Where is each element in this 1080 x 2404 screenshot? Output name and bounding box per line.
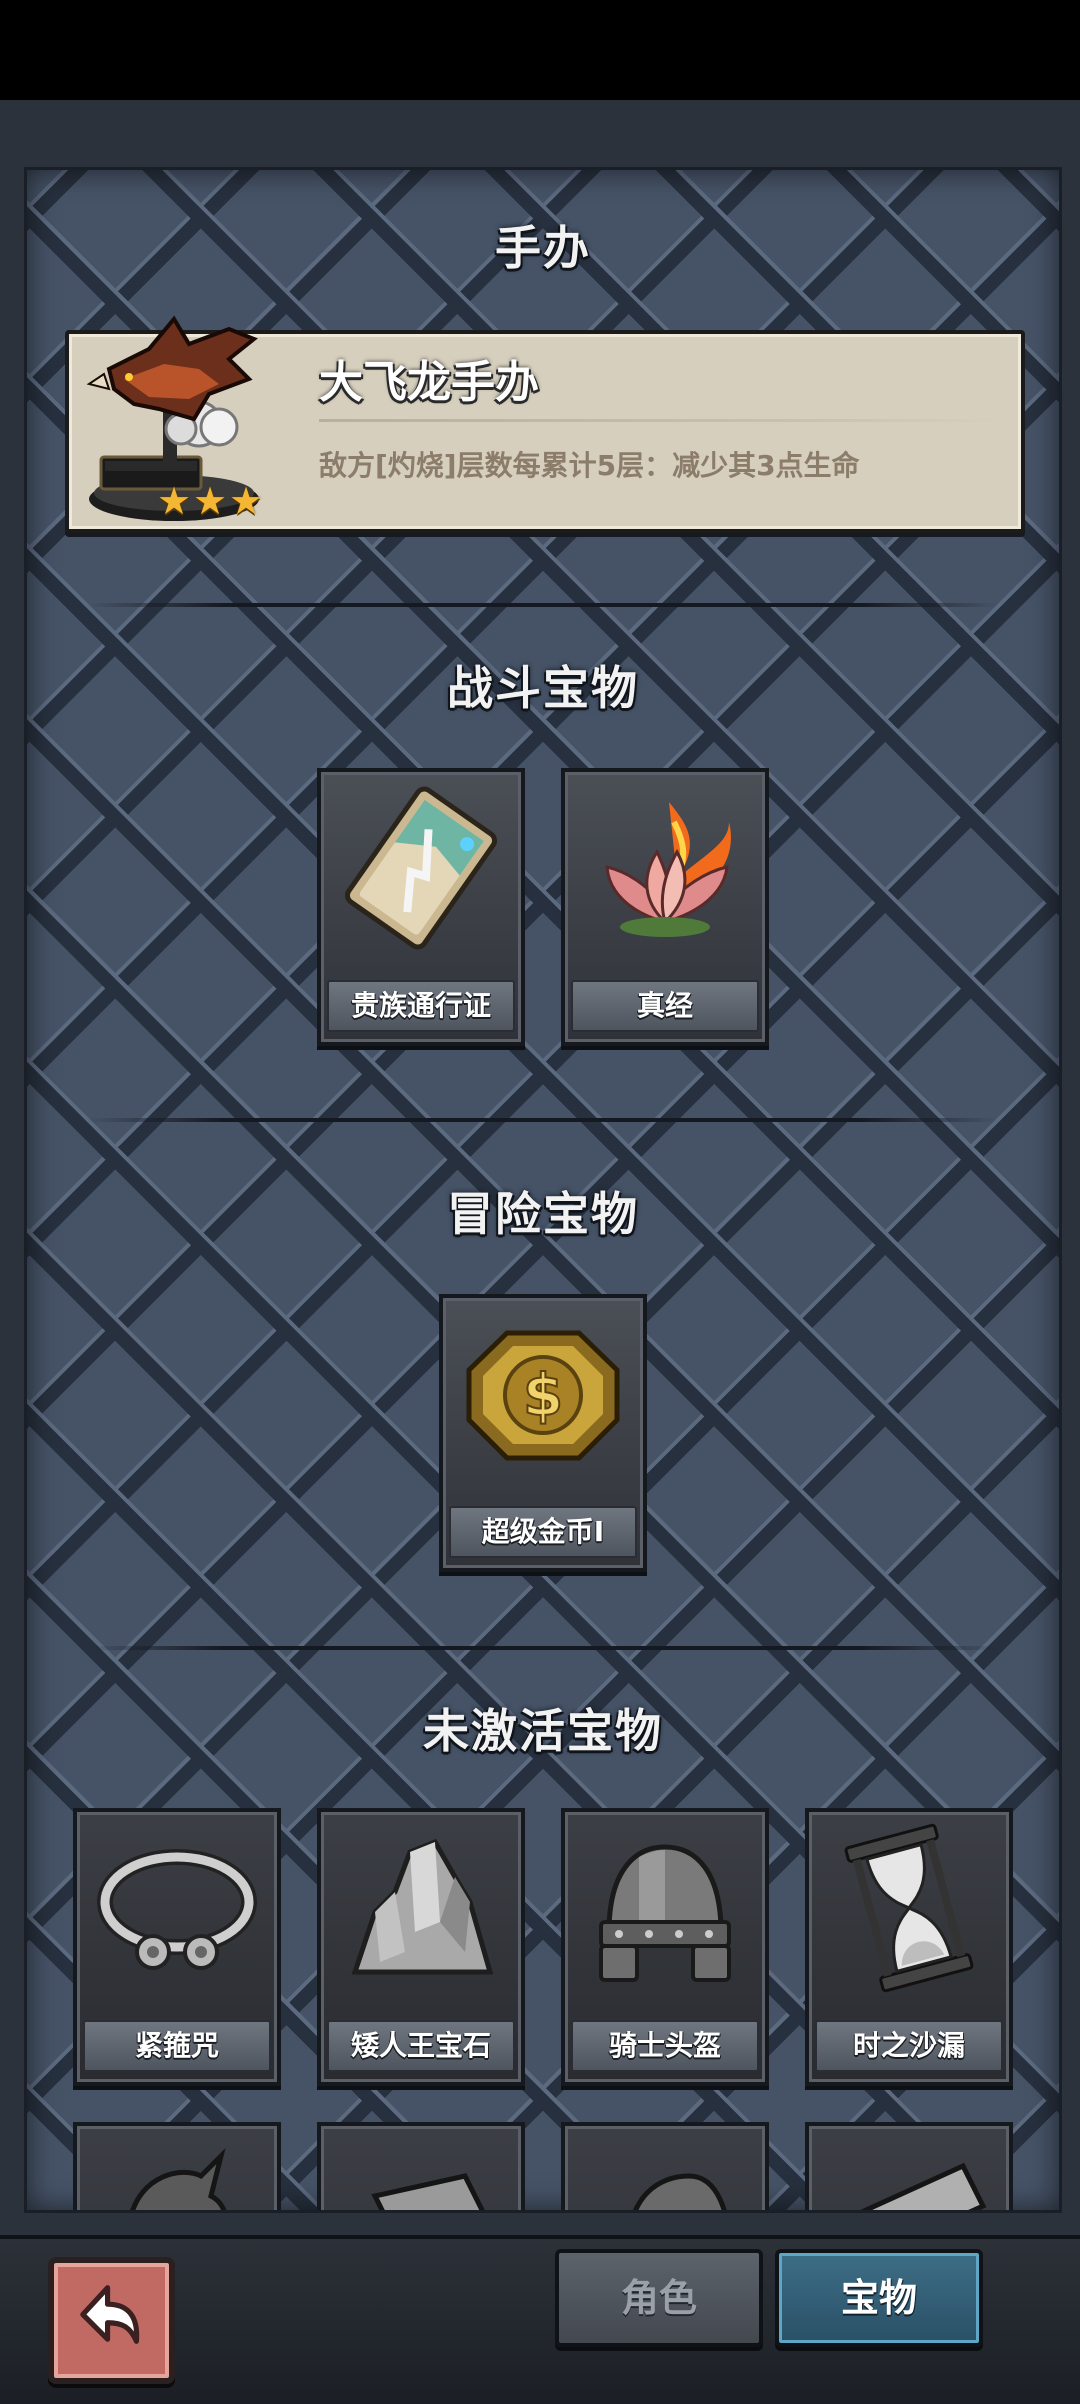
treasure-tile-dwarf-gem[interactable]: 矮人王宝石 <box>317 1808 525 2086</box>
helmet-icon <box>633 2173 727 2210</box>
bottom-bar: 角色 宝物 <box>0 2235 1080 2404</box>
treasure-tile-headband[interactable]: 紧箍咒 <box>73 1808 281 2086</box>
tab-character[interactable]: 角色 <box>555 2249 763 2347</box>
star-icon: ★ <box>229 479 264 523</box>
dwarf-gem-icon <box>351 1838 494 1975</box>
golden-headband-icon <box>97 1849 257 1970</box>
inactive-section-title: 未激活宝物 <box>423 1704 663 1758</box>
noble-pass-card-icon <box>344 786 498 950</box>
treasure-tile-partial[interactable] <box>561 2122 769 2210</box>
back-arrow-icon <box>80 2285 140 2344</box>
treasure-tile-scripture[interactable]: 真经 <box>561 768 769 1046</box>
game-screen: 手办 ★ ★ ★ 大飞龙手办 敌方[灼烧]层数每累计5层：减少其3点生命 战斗宝… <box>0 0 1080 2404</box>
hammer-icon <box>371 2173 485 2210</box>
figurine-card[interactable]: ★ ★ ★ 大飞龙手办 敌方[灼烧]层数每累计5层：减少其3点生命 <box>65 315 1025 533</box>
figurine-description: 敌方[灼烧]层数每累计5层：减少其3点生命 <box>319 449 860 482</box>
treasure-tile-partial[interactable] <box>805 2122 1013 2210</box>
figurine-name: 大飞龙手办 <box>319 357 539 408</box>
section-divider <box>87 1646 999 1650</box>
section-divider <box>87 1118 999 1122</box>
treasure-name: 骑士头盔 <box>571 2020 759 2072</box>
treasure-name: 矮人王宝石 <box>327 2020 515 2072</box>
tab-treasure[interactable]: 宝物 <box>775 2249 983 2347</box>
hourglass-icon <box>844 1823 974 1993</box>
treasure-tile-partial[interactable] <box>73 2122 281 2210</box>
figurine-section-title: 手办 <box>495 221 591 275</box>
back-button[interactable] <box>48 2257 175 2384</box>
treasure-panel[interactable]: 手办 ★ ★ ★ 大飞龙手办 敌方[灼烧]层数每累计5层：减少其3点生命 战斗宝… <box>24 167 1062 2213</box>
knight-helmet-icon <box>599 1844 731 1982</box>
treasure-name: 真经 <box>571 980 759 1032</box>
statue-icon <box>130 2147 227 2210</box>
treasure-tile-noble-pass[interactable]: 贵族通行证 <box>317 768 525 1046</box>
treasure-tile-partial[interactable] <box>317 2122 525 2210</box>
treasure-tile-hourglass[interactable]: 时之沙漏 <box>805 1808 1013 2086</box>
svg-text:$: $ <box>523 1361 563 1429</box>
star-icon: ★ <box>157 479 192 523</box>
battle-section-title: 战斗宝物 <box>447 661 639 715</box>
figurine-divider <box>319 419 999 422</box>
treasure-tile-super-coin[interactable]: $ 超级金币I <box>439 1294 647 1572</box>
section-divider <box>87 603 999 607</box>
star-icon: ★ <box>193 479 228 523</box>
treasure-name: 超级金币I <box>449 1506 637 1558</box>
scroll-icon <box>860 2162 987 2210</box>
treasure-tile-knight-helmet[interactable]: 骑士头盔 <box>561 1808 769 2086</box>
treasure-name: 时之沙漏 <box>815 2020 1003 2072</box>
adventure-section-title: 冒险宝物 <box>447 1187 639 1241</box>
treasure-name: 紧箍咒 <box>83 2020 271 2072</box>
fire-lotus-icon <box>605 802 731 937</box>
treasure-name: 贵族通行证 <box>327 980 515 1032</box>
gold-coin-icon: $ <box>466 1330 620 1461</box>
